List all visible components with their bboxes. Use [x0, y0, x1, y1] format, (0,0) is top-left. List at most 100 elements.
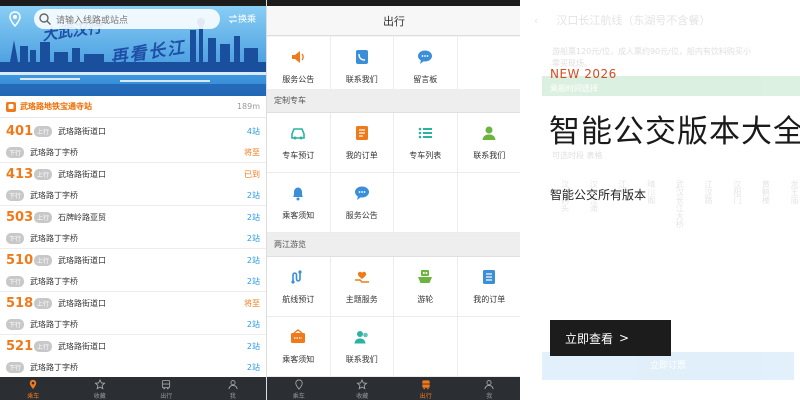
arrival-status: 2站	[246, 213, 260, 222]
nearby-station[interactable]: 武珞路地铁宝通寺站 189m	[0, 96, 266, 118]
route-direction-row[interactable]: 413 上行 武珞路街道口 已到	[0, 164, 266, 185]
service-label: 联系我们	[473, 151, 506, 160]
route-item[interactable]: 413 上行 武珞路街道口 已到 下行 武珞路丁字桥 2站	[0, 163, 266, 206]
promo-subtitle: 智能公交所有版本	[550, 188, 647, 202]
direction-badge: 下行	[6, 319, 25, 330]
route-direction-row[interactable]: 503 上行 石牌岭路亚贸 2站	[0, 207, 266, 228]
service-tile[interactable]: 留言板	[394, 37, 458, 97]
view-now-button[interactable]: 立即查看 >	[550, 320, 671, 356]
search-icon	[39, 13, 51, 25]
route-item[interactable]: 518 上行 武珞路街道口 将至 下行 武珞路丁字桥 2站	[0, 292, 266, 335]
service-label: 联系我们	[345, 355, 378, 364]
route-direction-row[interactable]: 下行 武珞路丁字桥 2站	[0, 185, 266, 206]
route-direction-row[interactable]: 401 上行 武珞路街道口 4站	[0, 121, 266, 142]
star-icon	[94, 379, 106, 390]
route-item[interactable]: 510 上行 武珞路街道口 2站 下行 武珞路丁字桥 2站	[0, 249, 266, 292]
bus-icon	[162, 379, 171, 390]
service-tile[interactable]: 我的订单	[330, 113, 395, 173]
status-bar	[0, 0, 266, 6]
empty-tile	[457, 317, 520, 377]
transfer-button[interactable]: 换乘	[228, 12, 256, 25]
tab-label: 乘车	[27, 393, 40, 400]
arrival-status: 2站	[246, 277, 260, 286]
service-label: 留言板	[413, 75, 438, 84]
station-distance: 189m	[236, 102, 260, 111]
service-label: 专车列表	[409, 151, 442, 160]
tab-label: 我	[229, 393, 236, 400]
route-direction-row[interactable]: 510 上行 武珞路街道口 2站	[0, 250, 266, 271]
direction-badge: 上行	[34, 298, 53, 309]
tab-favorites[interactable]: 收藏	[331, 377, 395, 400]
route-direction-row[interactable]: 下行 武珞路丁字桥 2站	[0, 314, 266, 335]
user-icon	[484, 380, 494, 390]
service-tile[interactable]: 乘客须知	[267, 173, 331, 233]
search-input[interactable]: 请输入线路或站点	[34, 9, 220, 29]
swap-icon	[228, 14, 238, 23]
section-header-custom-car: 定制专车	[267, 89, 520, 113]
route-direction-row[interactable]: 下行 武珞路丁字桥 将至	[0, 142, 266, 163]
route-item[interactable]: 401 上行 武珞路街道口 4站下行 武珞路丁字桥 将至	[0, 120, 266, 163]
order-icon	[355, 126, 368, 140]
route-item[interactable]: 503 上行 石牌岭路亚贸 2站 下行 武珞路丁字桥 2站	[0, 206, 266, 249]
tab-me[interactable]: 我	[458, 377, 521, 400]
tab-me[interactable]: 我	[200, 377, 267, 400]
tab-label: 出行	[419, 393, 432, 400]
service-tile[interactable]: 乘客须知	[267, 317, 331, 377]
chat-icon	[418, 50, 433, 64]
direction-destination: 武珞路街道口	[58, 299, 107, 308]
chat-icon	[354, 186, 369, 200]
arrival-status: 2站	[246, 256, 260, 265]
service-label: 航线预订	[282, 295, 315, 304]
route-direction-row[interactable]: 下行 武珞路丁字桥 2站	[0, 357, 266, 378]
direction-destination: 武珞路丁字桥	[30, 277, 79, 286]
bus-home-screen: 大武汉行 再看长江 请输入线路或站点 换乘 武珞路地铁宝通寺站 189m 401…	[0, 0, 266, 400]
service-label: 乘客须知	[282, 211, 315, 220]
route-direction-row[interactable]: 下行 武珞路丁字桥 2站	[0, 228, 266, 249]
view-now-label: 立即查看	[565, 331, 614, 346]
tab-ride[interactable]: 乘车	[267, 377, 331, 400]
service-tile[interactable]: 我的订单	[457, 257, 520, 317]
tab-travel[interactable]: 出行	[133, 377, 200, 400]
service-tile[interactable]: 联系我们	[330, 37, 395, 97]
direction-badge: 上行	[34, 255, 53, 266]
star-icon	[356, 379, 368, 390]
direction-badge: 上行	[34, 341, 53, 352]
empty-tile	[457, 173, 520, 233]
service-label: 我的订单	[345, 151, 378, 160]
tab-travel[interactable]: 出行	[394, 377, 458, 400]
ticket-icon	[291, 329, 306, 343]
route-direction-row[interactable]: 521 上行 武珞路街道口 2站	[0, 336, 266, 357]
arrival-status: 将至	[244, 148, 260, 157]
service-tile[interactable]: 航线预订	[267, 257, 331, 317]
direction-badge: 下行	[6, 147, 25, 158]
route-item[interactable]: 521 上行 武珞路街道口 2站 下行 武珞路丁字桥 2站	[0, 335, 266, 378]
service-tile[interactable]: 服务公告	[267, 37, 331, 97]
location-pin-icon[interactable]	[6, 10, 24, 28]
promo-headline: 智能公交版本大全	[549, 114, 800, 150]
route-number: 413	[6, 167, 34, 182]
service-tile[interactable]: 联系我们	[330, 317, 395, 377]
service-tile[interactable]: 专车列表	[394, 113, 458, 173]
ship-icon	[418, 270, 433, 283]
service-tile[interactable]: 游轮	[394, 257, 458, 317]
tab-label: 我	[486, 393, 493, 400]
direction-badge: 下行	[6, 233, 25, 244]
station-pin-icon	[6, 101, 16, 112]
service-tile[interactable]: 主题服务	[330, 257, 395, 317]
tab-favorites[interactable]: 收藏	[67, 377, 134, 400]
service-tile[interactable]: 联系我们	[457, 113, 520, 173]
route-direction-row[interactable]: 下行 武珞路丁字桥 2站	[0, 271, 266, 292]
service-tile[interactable]: 服务公告	[330, 173, 395, 233]
list-icon	[418, 127, 433, 139]
bus-icon	[422, 380, 430, 390]
empty-tile	[394, 317, 458, 377]
direction-destination: 武珞路丁字桥	[30, 191, 79, 200]
direction-destination: 武珞路丁字桥	[30, 148, 79, 157]
route-direction-row[interactable]: 518 上行 武珞路街道口 将至	[0, 293, 266, 314]
direction-destination: 石牌岭路亚贸	[58, 213, 107, 222]
service-tile[interactable]: 专车预订	[267, 113, 331, 173]
direction-destination: 武珞路丁字桥	[30, 234, 79, 243]
direction-badge: 下行	[6, 362, 25, 373]
tab-ride[interactable]: 乘车	[0, 377, 67, 400]
transfer-label: 换乘	[238, 15, 257, 25]
